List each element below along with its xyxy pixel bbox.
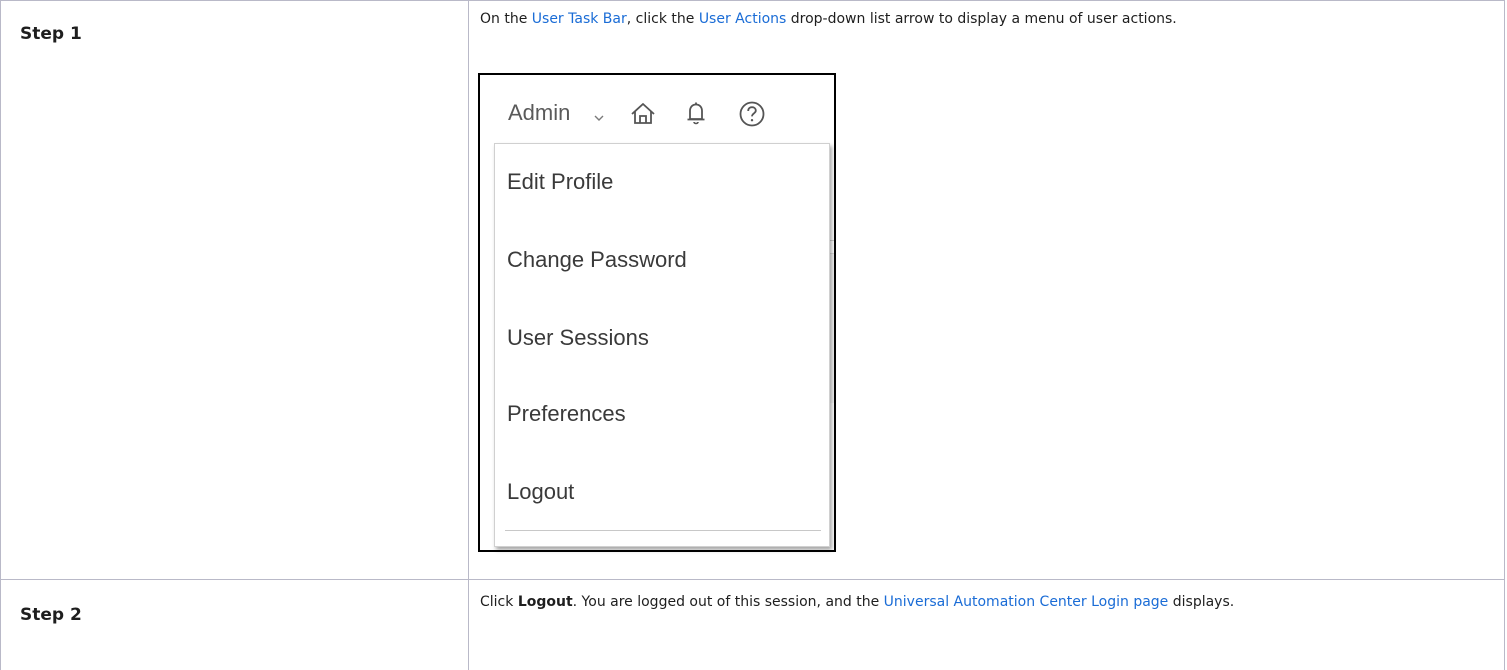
- logout-term: Logout: [517, 594, 573, 610]
- user-actions-menu: Edit Profile Change Password User Sessio…: [494, 143, 830, 547]
- step-text: drop-down list arrow to display a menu o…: [786, 11, 1177, 27]
- menu-item-user-sessions[interactable]: User Sessions: [495, 313, 829, 363]
- user-task-bar-link[interactable]: User Task Bar: [532, 11, 627, 27]
- step-description: On the User Task Bar, click the User Act…: [469, 1, 1504, 27]
- step-row: Step 2 Click Logout. You are logged out …: [0, 579, 1505, 670]
- user-actions-screenshot: Admin Edit Profile Change Password User …: [478, 73, 836, 552]
- user-actions-dropdown[interactable]: Admin: [508, 100, 570, 126]
- step-description: Click Logout. You are logged out of this…: [469, 580, 1504, 610]
- step-label: Step 1: [20, 24, 82, 44]
- step-text: displays.: [1168, 594, 1235, 610]
- menu-item-edit-profile[interactable]: Edit Profile: [495, 157, 829, 207]
- menu-divider: [505, 530, 821, 531]
- step-text: Click: [480, 594, 518, 610]
- step-text: , click the: [626, 11, 699, 27]
- login-page-link[interactable]: Universal Automation Center Login page: [884, 594, 1169, 610]
- user-actions-link[interactable]: User Actions: [699, 11, 787, 27]
- step-label-cell: Step 2: [0, 579, 469, 670]
- chevron-down-icon[interactable]: [594, 109, 604, 127]
- step-label-cell: Step 1: [0, 0, 469, 580]
- menu-item-preferences[interactable]: Preferences: [495, 389, 829, 439]
- step-text: On the: [480, 11, 532, 27]
- help-icon[interactable]: [739, 101, 765, 132]
- user-task-bar: Admin: [480, 75, 834, 145]
- step-text: . You are logged out of this session, an…: [572, 594, 884, 610]
- step-label: Step 2: [20, 605, 82, 625]
- step-description-cell: Click Logout. You are logged out of this…: [468, 579, 1505, 670]
- home-icon[interactable]: [631, 103, 655, 130]
- menu-item-change-password[interactable]: Change Password: [495, 235, 829, 285]
- bell-icon[interactable]: [686, 102, 706, 131]
- menu-item-logout[interactable]: Logout: [495, 467, 829, 517]
